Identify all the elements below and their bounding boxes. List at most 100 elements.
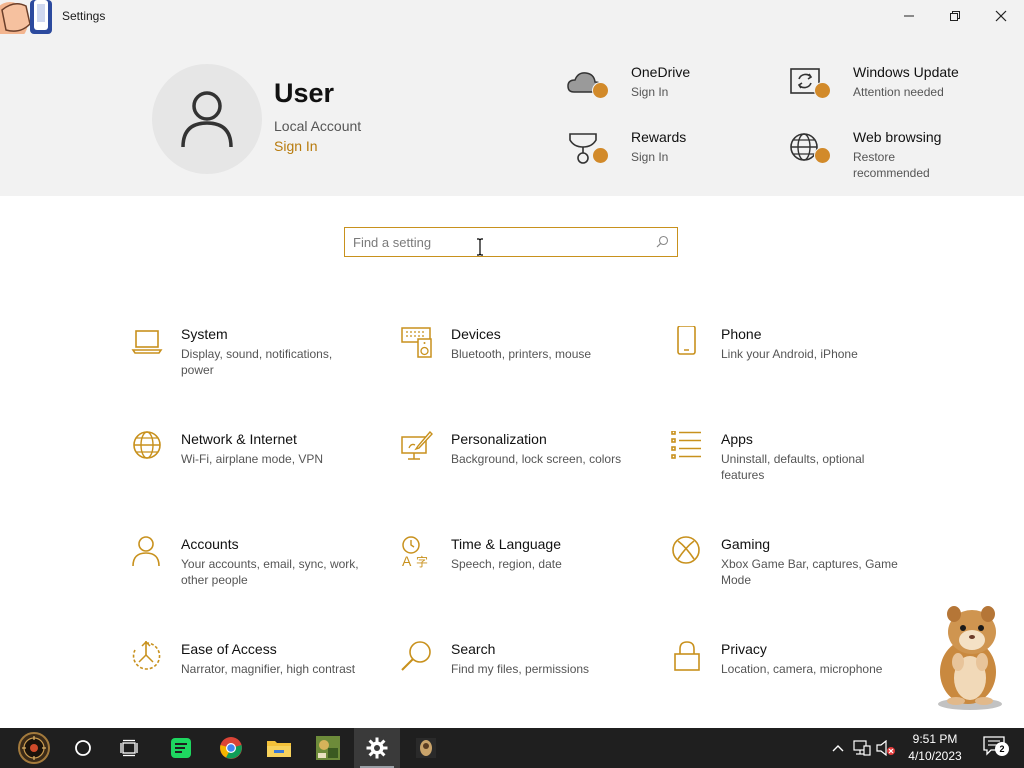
magnifier-icon xyxy=(401,641,431,671)
apps-list-icon xyxy=(671,431,701,459)
tile-search[interactable]: Search Find my files, permissions xyxy=(401,641,641,721)
tile-description: Link your Android, iPhone xyxy=(721,347,858,361)
quick-item-windows-update[interactable]: Windows Update Attention needed xyxy=(788,64,988,122)
tile-ease-of-access[interactable]: Ease of Access Narrator, magnifier, high… xyxy=(131,641,371,721)
taskbar-app-misc[interactable] xyxy=(403,728,449,768)
action-center-button[interactable]: 2 xyxy=(978,728,1012,768)
cortana-circle-icon xyxy=(75,740,91,756)
quick-item-subtitle: Restore recommended xyxy=(853,150,930,180)
tile-description: Wi-Fi, airplane mode, VPN xyxy=(181,452,324,466)
green-chat-app-icon xyxy=(171,738,191,758)
close-button[interactable] xyxy=(978,0,1024,32)
search-icon xyxy=(656,235,669,248)
minimize-button[interactable] xyxy=(886,0,932,32)
minimize-icon xyxy=(904,15,914,17)
user-silhouette-icon xyxy=(181,91,233,148)
start-orb-icon xyxy=(18,732,50,764)
account-header: User Local Account Sign In OneDrive Sign… xyxy=(0,34,1024,196)
quick-item-title: Windows Update xyxy=(853,64,959,80)
taskbar-app-spotify[interactable] xyxy=(158,728,204,768)
avatar[interactable] xyxy=(152,64,262,174)
laptop-icon xyxy=(131,330,163,354)
taskbar-app-chrome[interactable] xyxy=(208,728,254,768)
tile-personalization[interactable]: Personalization Background, lock screen,… xyxy=(401,431,641,511)
tile-title: Accounts xyxy=(181,536,239,552)
tile-title: Devices xyxy=(451,326,501,342)
tile-gaming[interactable]: Gaming Xbox Game Bar, captures, Game Mod… xyxy=(671,536,911,616)
tile-title: Gaming xyxy=(721,536,771,552)
status-dot xyxy=(814,147,831,164)
quick-item-subtitle: Sign In xyxy=(631,150,669,164)
tile-phone[interactable]: Phone Link your Android, iPhone xyxy=(671,326,911,406)
tile-description: Find my files, permissions xyxy=(451,662,590,676)
text-cursor-icon xyxy=(477,238,483,256)
xbox-icon xyxy=(672,536,700,564)
ease-of-access-icon xyxy=(132,641,161,670)
tile-system[interactable]: System Display, sound, notifications, po… xyxy=(131,326,371,406)
close-icon xyxy=(995,10,1007,22)
taskbar-app-file-explorer[interactable] xyxy=(256,728,302,768)
quick-item-title: Web browsing xyxy=(853,129,942,145)
search-input[interactable] xyxy=(353,232,643,252)
taskbar: 9:51 PM 4/10/2023 2 xyxy=(0,728,1024,768)
chrome-icon xyxy=(220,737,242,759)
notification-count-badge: 2 xyxy=(995,742,1009,756)
taskbar-app-settings[interactable] xyxy=(354,728,400,768)
quick-item-subtitle: Sign In xyxy=(631,85,669,99)
tile-apps[interactable]: Apps Uninstall, defaults, optional featu… xyxy=(671,431,911,511)
network-tray-button[interactable] xyxy=(850,728,874,768)
game-app-icon xyxy=(316,736,340,760)
quick-item-web-browsing[interactable]: Web browsing Restore recommended xyxy=(788,129,988,187)
tile-privacy[interactable]: Privacy Location, camera, microphone xyxy=(671,641,911,721)
taskbar-app-game[interactable] xyxy=(305,728,351,768)
folder-icon xyxy=(267,741,291,757)
svg-text:A: A xyxy=(402,553,412,569)
taskbar-clock[interactable]: 9:51 PM 4/10/2023 xyxy=(898,731,972,765)
tile-description: Xbox Game Bar, captures, Game Mode xyxy=(721,557,898,587)
restore-button[interactable] xyxy=(932,0,978,32)
volume-muted-icon xyxy=(876,740,895,756)
restore-icon xyxy=(950,11,960,21)
search-box[interactable] xyxy=(344,227,678,257)
paint-brush-icon xyxy=(401,431,433,460)
notification-wrapper: 2 xyxy=(983,736,1009,760)
tile-title: Ease of Access xyxy=(181,641,277,657)
svg-text:字: 字 xyxy=(416,554,428,569)
quick-item-rewards[interactable]: Rewards Sign In xyxy=(566,129,766,187)
status-dot xyxy=(592,82,609,99)
tile-network-internet[interactable]: Network & Internet Wi-Fi, airplane mode,… xyxy=(131,431,371,511)
gear-icon xyxy=(366,737,388,759)
quick-item-subtitle: Attention needed xyxy=(853,85,944,99)
tile-description: Display, sound, notifications, power xyxy=(181,347,333,377)
person-icon xyxy=(132,536,160,567)
clock-time: 9:51 PM xyxy=(912,732,958,746)
tile-title: Personalization xyxy=(451,431,547,447)
hamster-mascot-icon xyxy=(938,606,1002,710)
keyboard-speaker-icon xyxy=(401,327,432,358)
start-button[interactable] xyxy=(10,728,58,768)
chevron-up-icon xyxy=(832,745,844,752)
tile-description: Location, camera, microphone xyxy=(721,662,883,676)
tile-title: Apps xyxy=(721,431,753,447)
window-title: Settings xyxy=(62,9,106,23)
lock-icon xyxy=(674,641,700,671)
volume-tray-button[interactable] xyxy=(874,728,898,768)
quick-item-onedrive[interactable]: OneDrive Sign In xyxy=(566,64,766,122)
tile-time-language[interactable]: A 字 Time & Language Speech, region, date xyxy=(401,536,641,616)
tile-accounts[interactable]: Accounts Your accounts, email, sync, wor… xyxy=(131,536,371,616)
quick-item-title: Rewards xyxy=(631,129,687,145)
tile-title: Search xyxy=(451,641,496,657)
tile-description: Background, lock screen, colors xyxy=(451,452,622,466)
tile-title: Privacy xyxy=(721,641,767,657)
tile-title: Time & Language xyxy=(451,536,561,552)
tile-devices[interactable]: Devices Bluetooth, printers, mouse xyxy=(401,326,641,406)
phone-icon xyxy=(677,326,696,355)
sign-in-link[interactable]: Sign In xyxy=(274,138,318,154)
network-wired-icon xyxy=(853,740,871,756)
time-language-icon: A 字 xyxy=(402,536,428,569)
show-hidden-icons-button[interactable] xyxy=(828,728,848,768)
task-view-button[interactable] xyxy=(106,728,152,768)
cortana-button[interactable] xyxy=(60,728,106,768)
quick-item-title: OneDrive xyxy=(631,64,691,80)
tile-title: System xyxy=(181,326,228,342)
